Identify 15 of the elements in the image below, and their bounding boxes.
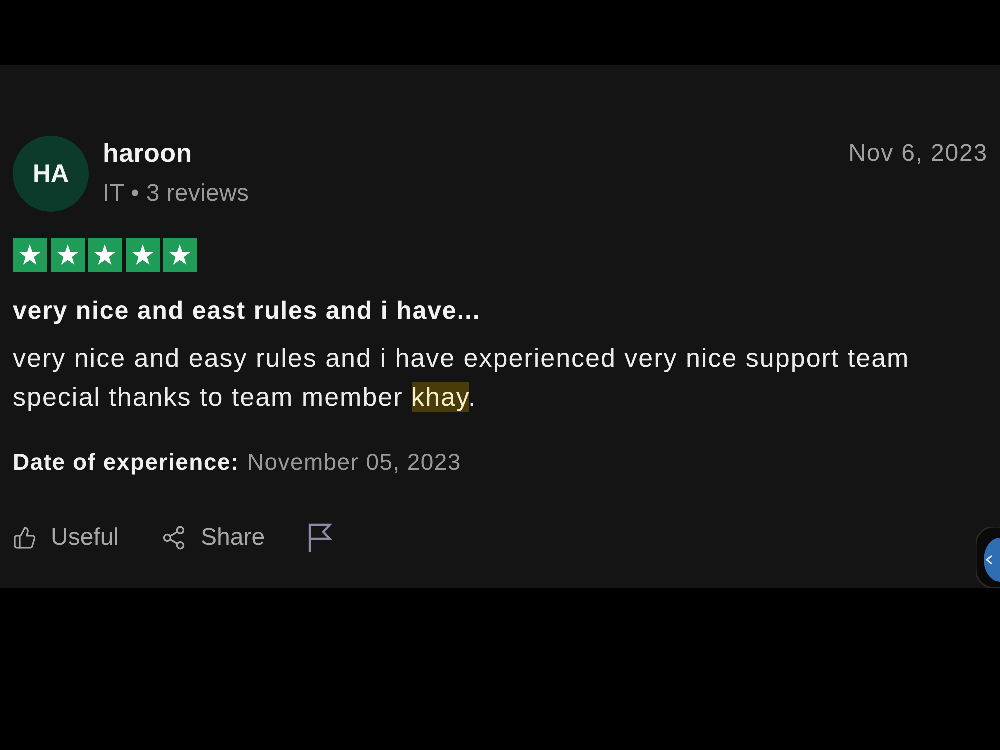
avatar: HA bbox=[13, 136, 89, 212]
floating-button[interactable] bbox=[976, 527, 1000, 588]
review-title: very nice and east rules and i have... bbox=[13, 296, 481, 326]
report-button[interactable] bbox=[307, 523, 334, 553]
reviewer-name: haroon bbox=[103, 138, 192, 168]
review-date: Nov 6, 2023 bbox=[848, 139, 988, 169]
thumbs-up-icon bbox=[13, 526, 37, 550]
useful-button[interactable]: Useful bbox=[13, 523, 120, 553]
experience-label: Date of experience: bbox=[13, 448, 240, 477]
review-text: very nice and easy rules and i have experienced very nice support team special thanks to team member khay. bbox=[13, 342, 911, 414]
share-icon bbox=[161, 525, 188, 551]
reviewer-meta: IT • 3 reviews bbox=[103, 179, 250, 209]
flag-icon bbox=[307, 523, 334, 553]
experience-date: November 05, 2023 bbox=[247, 448, 462, 477]
share-button[interactable]: Share bbox=[161, 523, 266, 553]
